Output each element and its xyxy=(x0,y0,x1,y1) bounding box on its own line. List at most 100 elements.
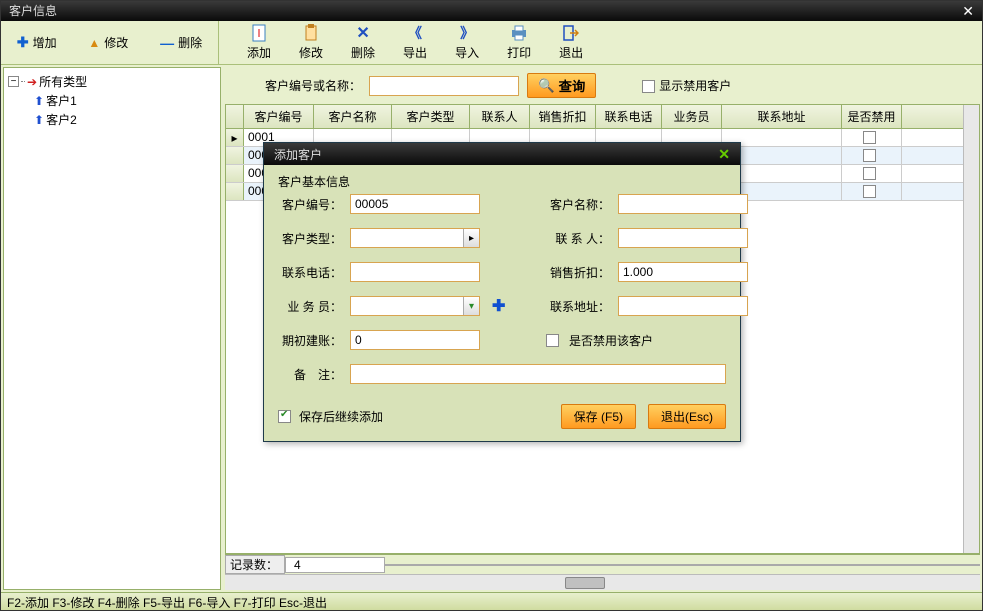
tree-panel: − ➔ 所有类型 ⬆ 客户1 ⬆ 客户2 xyxy=(3,67,221,590)
cust-type-label: 客户类型： xyxy=(278,230,342,247)
tree-child-1[interactable]: ⬆ 客户2 xyxy=(8,110,216,129)
export-icon: 《 xyxy=(406,24,424,42)
import-icon: 》 xyxy=(458,24,476,42)
discount-input[interactable] xyxy=(618,262,748,282)
save-button[interactable]: 保存 (F5) xyxy=(561,404,636,429)
lookup-icon[interactable]: ▸ xyxy=(463,229,479,247)
tree-edit-label: 修改 xyxy=(104,34,128,51)
cust-name-input[interactable] xyxy=(618,194,748,214)
tree-root-label: 所有类型 xyxy=(39,73,87,90)
tree-root[interactable]: − ➔ 所有类型 xyxy=(8,72,216,91)
edit-up-icon: ▲ xyxy=(88,36,100,50)
arrow-right-icon: ➔ xyxy=(27,75,37,89)
checkbox-icon[interactable] xyxy=(863,131,876,144)
grid-header: 客户编号 客户名称 客户类型 联系人 销售折扣 联系电话 业务员 联系地址 是否… xyxy=(226,105,963,129)
dialog-form: 客户编号： 客户名称： 客户类型： ▸ 联 系 人： 联系电话： 销售折扣： 业… xyxy=(278,194,726,350)
tree-delete-label: 删除 xyxy=(178,34,202,51)
arrow-up-icon: ⬆ xyxy=(34,94,44,108)
exit-icon xyxy=(562,24,580,42)
toolbar-import[interactable]: 》导入 xyxy=(455,24,479,61)
file-add-icon xyxy=(250,24,268,42)
checkbox-checked-icon xyxy=(278,410,291,423)
record-count-label: 记录数： xyxy=(225,555,285,574)
chevron-down-icon[interactable]: ▾ xyxy=(463,297,479,315)
col-salesman[interactable]: 业务员 xyxy=(662,105,722,128)
arrow-up-icon: ⬆ xyxy=(34,113,44,127)
remark-input[interactable] xyxy=(350,364,726,384)
add-salesman-button[interactable]: ✚ xyxy=(492,296,538,316)
col-address[interactable]: 联系地址 xyxy=(722,105,842,128)
titlebar[interactable]: 客户信息 ✕ xyxy=(1,1,982,21)
continue-add-check[interactable]: 保存后继续添加 xyxy=(278,408,549,425)
checkbox-icon[interactable] xyxy=(863,149,876,162)
show-disabled-check[interactable]: 显示禁用客户 xyxy=(642,77,731,94)
cust-type-input[interactable] xyxy=(350,228,480,248)
search-button[interactable]: 🔍 查询 xyxy=(527,73,596,98)
horizontal-scrollbar[interactable] xyxy=(225,574,980,590)
col-cust-no[interactable]: 客户编号 xyxy=(244,105,314,128)
checkbox-icon xyxy=(546,334,559,347)
plus-icon: ✚ xyxy=(17,34,29,51)
col-cust-type[interactable]: 客户类型 xyxy=(392,105,470,128)
clipboard-icon xyxy=(302,24,320,42)
checkbox-icon[interactable] xyxy=(863,167,876,180)
cust-name-label: 客户名称： xyxy=(546,196,610,213)
add-customer-dialog: 添加客户 ✕ 客户基本信息 客户编号： 客户名称： 客户类型： ▸ 联 系 人：… xyxy=(263,142,741,442)
search-input[interactable] xyxy=(369,76,519,96)
search-bar: 客户编号或名称： 🔍 查询 显示禁用客户 xyxy=(225,67,980,104)
disable-customer-check[interactable]: 是否禁用该客户 xyxy=(546,332,748,349)
search-label: 客户编号或名称： xyxy=(265,77,361,94)
toolbar-delete[interactable]: ✕删除 xyxy=(351,24,375,61)
salesman-input[interactable] xyxy=(350,296,480,316)
tree-add-button[interactable]: ✚ 增加 xyxy=(17,34,57,51)
contact-input[interactable] xyxy=(618,228,748,248)
col-disabled[interactable]: 是否禁用 xyxy=(842,105,902,128)
minus-icon: — xyxy=(160,35,174,51)
window-title: 客户信息 xyxy=(9,1,57,21)
contact-label: 联 系 人： xyxy=(546,230,610,247)
tree-add-label: 增加 xyxy=(33,34,57,51)
printer-icon xyxy=(510,24,528,42)
dialog-titlebar[interactable]: 添加客户 ✕ xyxy=(264,143,740,165)
remark-label: 备 注： xyxy=(278,366,342,383)
col-contact[interactable]: 联系人 xyxy=(470,105,530,128)
statusbar: F2-添加 F3-修改 F4-删除 F5-导出 F6-导入 F7-打印 Esc-… xyxy=(1,592,982,610)
toolbar-edit[interactable]: 修改 xyxy=(299,24,323,61)
collapse-icon[interactable]: − xyxy=(8,76,19,87)
salesman-label: 业 务 员： xyxy=(278,298,342,315)
discount-label: 销售折扣： xyxy=(546,264,610,281)
record-bar: 记录数： 4 xyxy=(225,554,980,574)
toolbar-export[interactable]: 《导出 xyxy=(403,24,427,61)
record-count-value: 4 xyxy=(285,557,385,573)
dialog-section-label: 客户基本信息 xyxy=(278,173,726,190)
phone-input[interactable] xyxy=(350,262,480,282)
tree-delete-button[interactable]: — 删除 xyxy=(160,34,202,51)
address-label: 联系地址： xyxy=(546,298,610,315)
row-indicator-header xyxy=(226,105,244,128)
magnifier-icon: 🔍 xyxy=(538,78,555,94)
main-toolbar: 添加 修改 ✕删除 《导出 》导入 打印 退出 xyxy=(219,24,982,61)
col-cust-name[interactable]: 客户名称 xyxy=(314,105,392,128)
x-icon: ✕ xyxy=(354,24,372,42)
dialog-close-icon[interactable]: ✕ xyxy=(718,146,730,163)
vertical-scrollbar[interactable] xyxy=(963,105,979,553)
col-discount[interactable]: 销售折扣 xyxy=(530,105,596,128)
toolbar-add[interactable]: 添加 xyxy=(247,24,271,61)
cust-no-input[interactable] xyxy=(350,194,480,214)
toolbar-exit[interactable]: 退出 xyxy=(559,24,583,61)
tree-child-0[interactable]: ⬆ 客户1 xyxy=(8,91,216,110)
checkbox-icon xyxy=(642,80,655,93)
col-phone[interactable]: 联系电话 xyxy=(596,105,662,128)
tree-edit-button[interactable]: ▲ 修改 xyxy=(88,34,128,51)
dialog-title: 添加客户 xyxy=(274,146,322,163)
initbal-input[interactable] xyxy=(350,330,480,350)
toolbar-print[interactable]: 打印 xyxy=(507,24,531,61)
close-icon[interactable]: ✕ xyxy=(962,1,974,21)
cust-no-label: 客户编号： xyxy=(278,196,342,213)
address-input[interactable] xyxy=(618,296,748,316)
tree-toolbar: ✚ 增加 ▲ 修改 — 删除 xyxy=(1,21,219,64)
phone-label: 联系电话： xyxy=(278,264,342,281)
checkbox-icon[interactable] xyxy=(863,185,876,198)
toolbar-row: ✚ 增加 ▲ 修改 — 删除 添加 修改 ✕删除 《导出 》导入 打印 退出 xyxy=(1,21,982,65)
exit-button[interactable]: 退出(Esc) xyxy=(648,404,726,429)
